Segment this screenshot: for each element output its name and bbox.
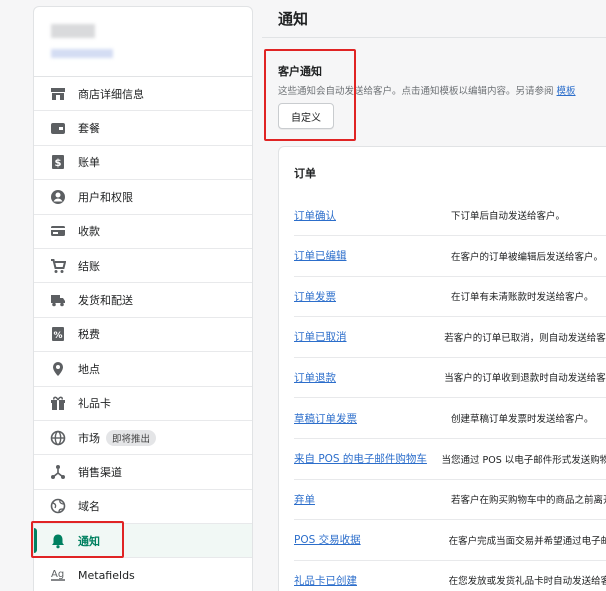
customize-button[interactable]: 自定义 — [278, 103, 334, 129]
sidebar-item-label: 销售渠道 — [78, 465, 122, 479]
store-info — [34, 7, 252, 77]
notification-description: 在客户完成当面交易并希望通过电子邮件 — [448, 535, 606, 547]
sidebar-item-label: 商店详细信息 — [78, 87, 144, 101]
notification-template-link[interactable]: POS 交易收据 — [294, 532, 449, 547]
store-url-redacted — [51, 49, 113, 58]
sidebar-item-markets[interactable]: 市场 即将推出 — [34, 421, 252, 456]
tax-icon: % — [50, 326, 66, 342]
notification-template-link[interactable]: 订单已编辑 — [294, 248, 451, 263]
sidebar-item-plan[interactable]: 套餐 — [34, 111, 252, 146]
customer-notifications-description: 这些通知会自动发送给客户。点击通知模板以编辑内容。另请参阅 模板 — [278, 83, 576, 97]
sidebar-item-label: 礼品卡 — [78, 397, 111, 411]
notification-description: 在您发放或发货礼品卡时自动发送给客户 — [448, 576, 606, 588]
sidebar-item-gift-cards[interactable]: 礼品卡 — [34, 387, 252, 421]
gift-icon — [50, 395, 66, 411]
notification-description: 在客户的订单被编辑后发送给客户。 — [451, 251, 604, 263]
notification-row: 订单发票 在订单有未清账款时发送给客户。 — [294, 276, 606, 318]
sidebar-item-label: 通知 — [78, 534, 100, 548]
notification-row: 弃单 若客户在购买购物车中的商品之前离开 — [294, 479, 606, 521]
notification-row: POS 交易收据 在客户完成当面交易并希望通过电子邮件 — [294, 520, 606, 561]
sidebar-item-label: 套餐 — [78, 122, 100, 136]
notification-row: 订单退款当客户的订单收到退款时自动发送给客户。 — [294, 357, 606, 399]
plan-icon — [50, 120, 66, 136]
notification-template-link[interactable]: 草稿订单发票 — [294, 411, 451, 426]
channels-icon — [50, 464, 66, 480]
notification-description: 在订单有未清账款时发送给客户。 — [451, 292, 594, 304]
notification-template-link[interactable]: 订单已取消 — [294, 329, 444, 344]
sidebar-item-billing[interactable]: $ 账单 — [34, 146, 252, 181]
settings-sidebar: 商店详细信息 套餐 $ 账单 用户和权限 收款 结账 发货和配送% 税费 地点 礼品卡 市场 即将推出销… — [33, 6, 253, 591]
notification-description: 当您通过 POS 以电子邮件形式发送购物车时 — [441, 454, 606, 466]
templates-link[interactable]: 模板 — [557, 86, 576, 97]
sidebar-item-label: Metafields — [78, 568, 135, 582]
notification-row: 订单确认 下订单后自动发送给客户。 — [294, 195, 606, 236]
cart-icon — [50, 258, 66, 274]
coming-soon-badge: 即将推出 — [106, 429, 157, 446]
sidebar-item-users[interactable]: 用户和权限 — [34, 180, 252, 215]
bell-icon — [50, 533, 66, 549]
title-divider — [262, 37, 606, 38]
sidebar-item-label: 账单 — [78, 156, 100, 170]
svg-text:Ag: Ag — [51, 569, 64, 580]
notification-template-link[interactable]: 订单发票 — [294, 289, 451, 304]
sidebar-item-sales-channels[interactable]: 销售渠道 — [34, 455, 252, 490]
notification-description: 若客户在购买购物车中的商品之前离开 — [451, 495, 606, 507]
dollar-icon: $ — [50, 154, 66, 170]
metafields-icon: Ag — [50, 567, 66, 583]
sidebar-item-label: 收款 — [78, 225, 100, 239]
notification-description: 若客户的订单已取消，则自动发送给客户。 — [444, 332, 606, 344]
sidebar-item-store-details[interactable]: 商店详细信息 — [34, 77, 252, 112]
sidebar-item-locations[interactable]: 地点 — [34, 352, 252, 387]
notification-template-link[interactable]: 来自 POS 的电子邮件购物车 — [294, 451, 442, 466]
orders-card: 订单 订单确认 下订单后自动发送给客户。 订单已编辑 在客户的订单被编辑后发送给客户。… — [278, 146, 606, 591]
sidebar-item-taxes[interactable]: % 税费 — [34, 318, 252, 353]
notification-row: 订单已编辑 在客户的订单被编辑后发送给客户。 — [294, 236, 606, 277]
notification-row: 草稿订单发票 创建草稿订单发票时发送给客户。 — [294, 398, 606, 439]
sidebar-item-checkout[interactable]: 结账 — [34, 249, 252, 284]
notification-template-link[interactable]: 礼品卡已创建 — [294, 573, 449, 588]
sidebar-item-label: 地点 — [78, 362, 100, 376]
description-text: 这些通知会自动发送给客户。点击通知模板以编辑内容。另请参阅 — [278, 86, 557, 97]
notification-description: 当客户的订单收到退款时自动发送给客户。 — [444, 373, 606, 385]
notification-template-link[interactable]: 订单退款 — [294, 370, 444, 385]
notification-template-link[interactable]: 弃单 — [294, 492, 451, 507]
globe-icon — [50, 430, 66, 446]
domain-globe-icon — [50, 498, 66, 514]
location-pin-icon — [50, 361, 66, 377]
sidebar-item-metafields[interactable]: Ag Metafields — [34, 558, 252, 591]
card-icon — [50, 223, 66, 239]
store-icon — [50, 86, 66, 102]
notification-template-link[interactable]: 订单确认 — [294, 208, 451, 223]
sidebar-item-label: 发货和配送 — [78, 294, 133, 308]
store-name-redacted — [51, 24, 95, 38]
sidebar-item-shipping[interactable]: 发货和配送 — [34, 283, 252, 318]
svg-text:$: $ — [55, 158, 62, 169]
notification-description: 创建草稿订单发票时发送给客户。 — [451, 414, 594, 425]
sidebar-item-notifications[interactable]: 通知 — [34, 524, 252, 559]
sidebar-item-payments[interactable]: 收款 — [34, 215, 252, 249]
sidebar-item-label: 域名 — [78, 500, 100, 514]
sidebar-item-label: 市场 — [78, 431, 100, 445]
sidebar-item-domains[interactable]: 域名 — [34, 490, 252, 525]
orders-card-title: 订单 — [294, 167, 316, 180]
truck-icon — [50, 292, 66, 308]
sidebar-item-label: 用户和权限 — [78, 190, 133, 204]
svg-text:%: % — [53, 331, 62, 341]
notification-description: 下订单后自动发送给客户。 — [451, 211, 566, 222]
sidebar-item-label: 税费 — [78, 328, 100, 342]
page-title: 通知 — [278, 10, 309, 28]
notification-row: 来自 POS 的电子邮件购物车当您通过 POS 以电子邮件形式发送购物车时 — [294, 439, 606, 480]
user-icon — [50, 189, 66, 205]
sidebar-item-label: 结账 — [78, 259, 100, 273]
notification-row: 礼品卡已创建 在您发放或发货礼品卡时自动发送给客户 — [294, 560, 606, 591]
customer-notifications-title: 客户通知 — [278, 65, 322, 78]
main-content: 通知 客户通知 这些通知会自动发送给客户。点击通知模板以编辑内容。另请参阅 模板… — [262, 0, 606, 591]
notification-row: 订单已取消若客户的订单已取消，则自动发送给客户。 — [294, 317, 606, 358]
